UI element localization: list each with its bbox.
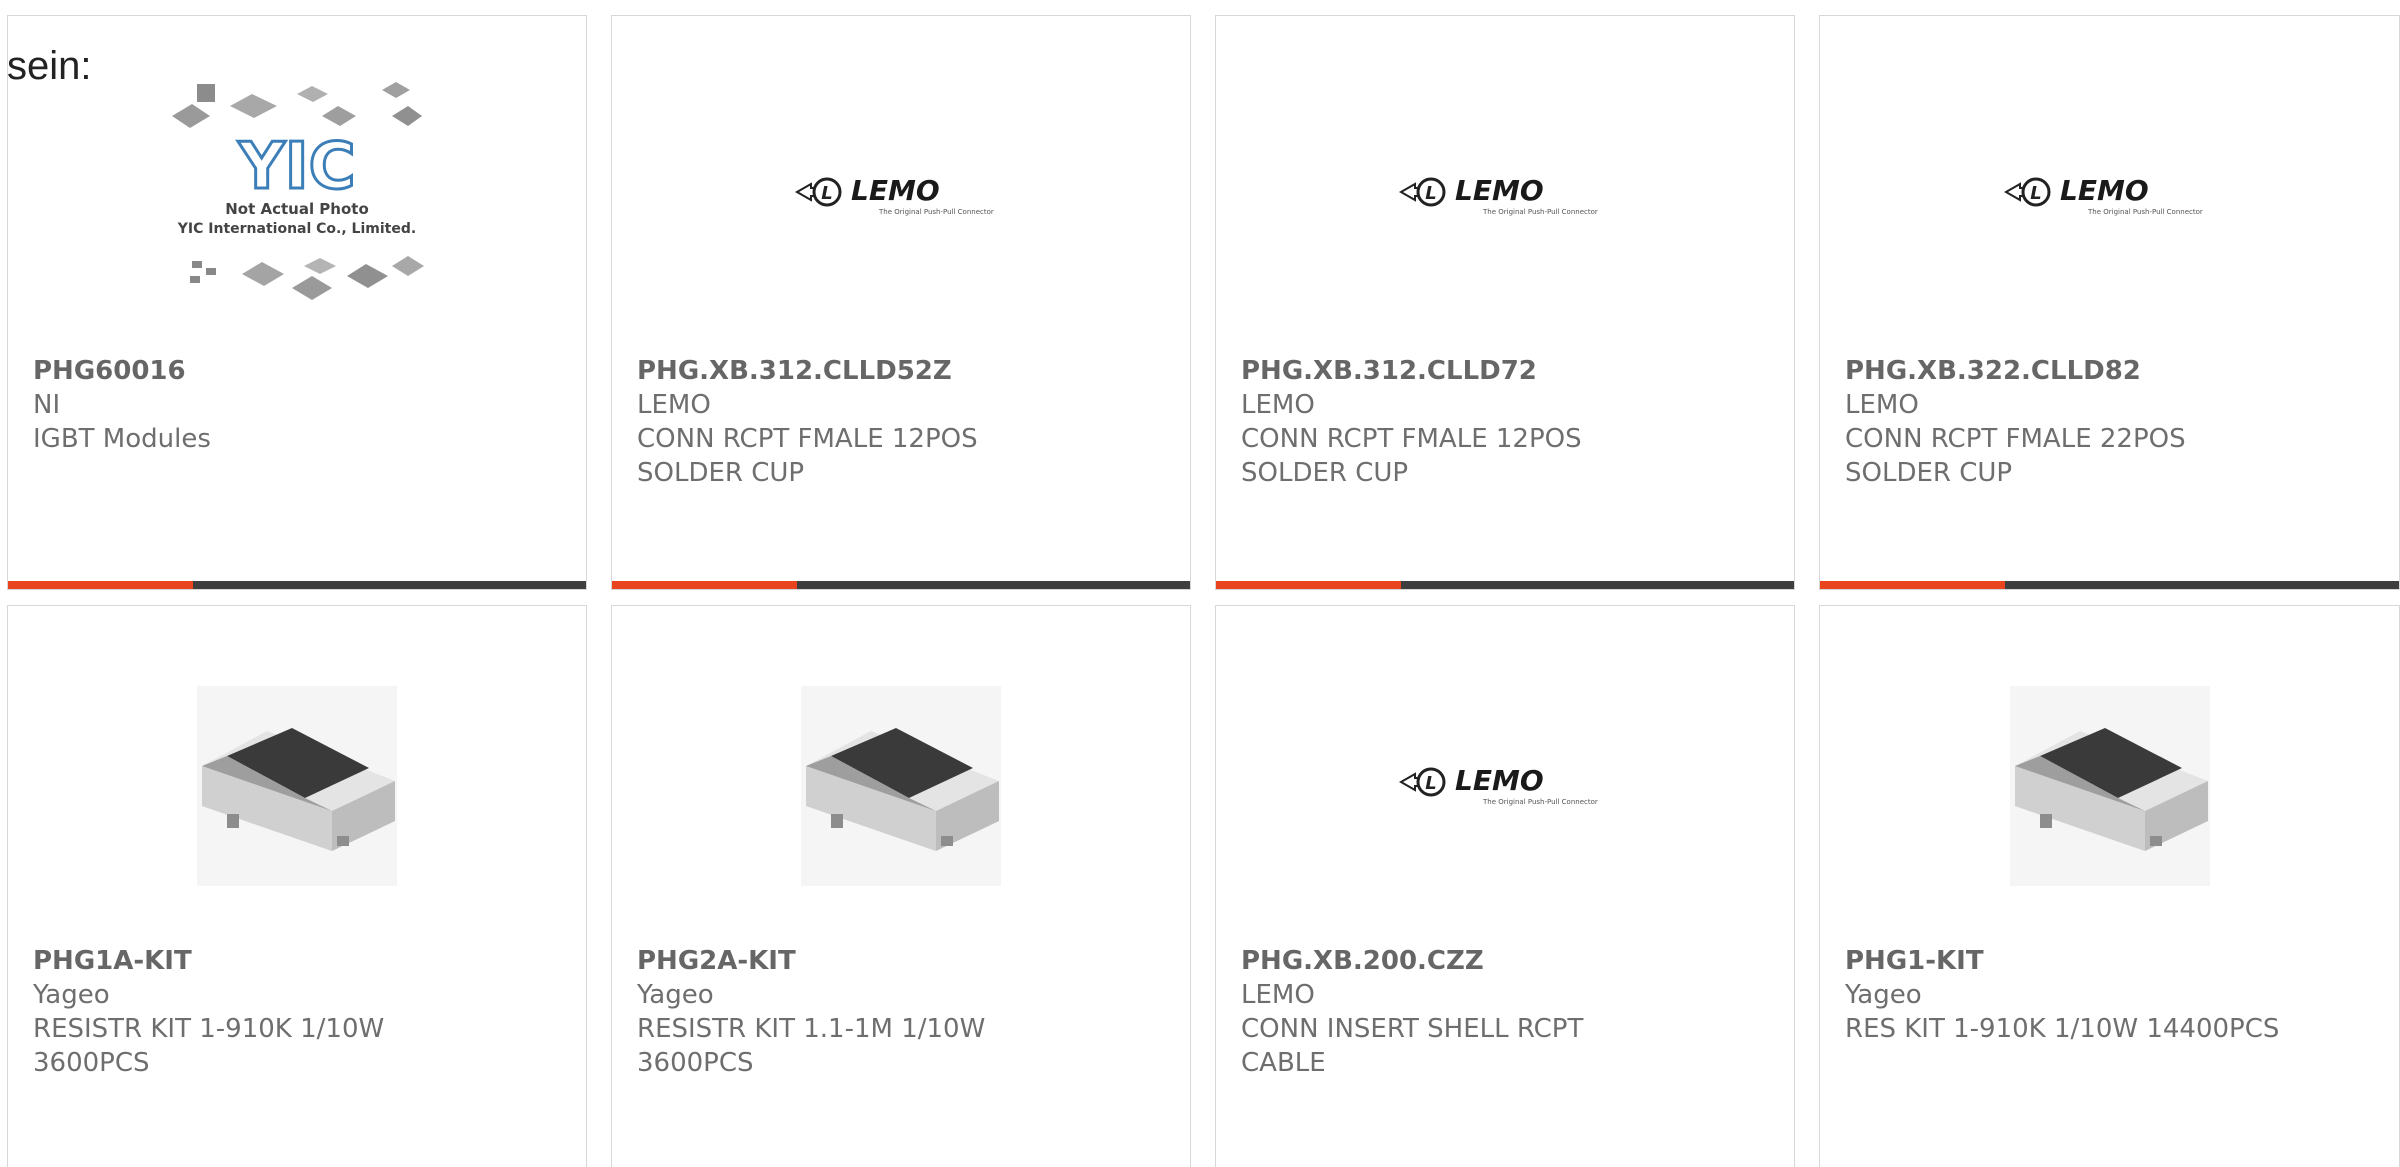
- description-line-2: SOLDER CUP: [1845, 458, 2013, 488]
- card-accent-bar: [8, 581, 586, 589]
- manufacturer: LEMO: [1241, 390, 1315, 420]
- description-line-2: CABLE: [1241, 1048, 1326, 1078]
- product-image[interactable]: [8, 686, 586, 886]
- product-image[interactable]: L LEMO The Original Push-Pull Connector: [1216, 96, 1794, 296]
- manufacturer: Yageo: [1845, 980, 1922, 1010]
- description-line-1: RES KIT 1-910K 1/10W 14400PCS: [1845, 1014, 2280, 1044]
- product-image[interactable]: L LEMO The Original Push-Pull Connector: [1820, 96, 2399, 296]
- description-line-1: CONN INSERT SHELL RCPT: [1241, 1014, 1584, 1044]
- svg-text:L: L: [1425, 183, 1436, 204]
- product-card[interactable]: L LEMO The Original Push-Pull Connector …: [1819, 15, 2400, 590]
- manufacturer: LEMO: [1845, 390, 1919, 420]
- product-info: PHG1A-KIT Yageo RESISTR KIT 1-910K 1/10W…: [33, 944, 566, 1080]
- svg-text:L: L: [1425, 773, 1436, 794]
- product-card[interactable]: YIC Not Actual Photo YIC International C…: [7, 15, 587, 590]
- lemo-logo-image: L LEMO The Original Push-Pull Connector: [1398, 174, 1598, 216]
- card-accent-bar: [1216, 581, 1794, 589]
- product-info: PHG.XB.200.CZZ LEMO CONN INSERT SHELL RC…: [1241, 944, 1774, 1080]
- product-image[interactable]: L LEMO The Original Push-Pull Connector: [612, 96, 1190, 296]
- lemo-tagline: The Original Push-Pull Connector: [1482, 798, 1598, 806]
- description-line-1: CONN RCPT FMALE 22POS: [1845, 424, 2186, 454]
- part-number[interactable]: PHG.XB.312.CLLD72: [1241, 354, 1774, 388]
- product-info: PHG.XB.312.CLLD72 LEMO CONN RCPT FMALE 1…: [1241, 354, 1774, 490]
- product-card[interactable]: L LEMO The Original Push-Pull Connector …: [1215, 15, 1795, 590]
- product-info: PHG60016 NI IGBT Modules: [33, 354, 566, 456]
- description-line-1: CONN RCPT FMALE 12POS: [1241, 424, 1582, 454]
- product-card[interactable]: L LEMO The Original Push-Pull Connector …: [611, 15, 1191, 590]
- chip-resistor-image: [2009, 686, 2210, 886]
- product-image[interactable]: [1820, 686, 2399, 886]
- card-accent-bar: [612, 581, 1190, 589]
- description-line-2: 3600PCS: [637, 1048, 754, 1078]
- part-number[interactable]: PHG2A-KIT: [637, 944, 1170, 978]
- part-number[interactable]: PHG60016: [33, 354, 566, 388]
- svg-text:L: L: [2030, 183, 2041, 204]
- manufacturer: Yageo: [637, 980, 714, 1010]
- svg-text:L: L: [821, 183, 832, 204]
- description-line-2: SOLDER CUP: [637, 458, 805, 488]
- product-card[interactable]: PHG1-KIT Yageo RES KIT 1-910K 1/10W 1440…: [1819, 605, 2400, 1167]
- lemo-logo-image: L LEMO The Original Push-Pull Connector: [2003, 174, 2203, 216]
- lemo-brand: LEMO: [2060, 174, 2149, 207]
- description-line-1: CONN RCPT FMALE 12POS: [637, 424, 978, 454]
- part-number[interactable]: PHG.XB.322.CLLD82: [1845, 354, 2379, 388]
- description-line-1: RESISTR KIT 1.1-1M 1/10W: [637, 1014, 986, 1044]
- chip-resistor-image: [801, 686, 1001, 886]
- product-info: PHG.XB.322.CLLD82 LEMO CONN RCPT FMALE 2…: [1845, 354, 2379, 490]
- manufacturer: NI: [33, 390, 61, 420]
- product-info: PHG2A-KIT Yageo RESISTR KIT 1.1-1M 1/10W…: [637, 944, 1170, 1080]
- lemo-brand: LEMO: [1455, 764, 1544, 797]
- product-info: PHG1-KIT Yageo RES KIT 1-910K 1/10W 1440…: [1845, 944, 2379, 1046]
- description-line-1: IGBT Modules: [33, 424, 211, 454]
- intro-text: sein:: [7, 44, 92, 88]
- description-line-1: RESISTR KIT 1-910K 1/10W: [33, 1014, 385, 1044]
- product-image[interactable]: L LEMO The Original Push-Pull Connector: [1216, 686, 1794, 886]
- product-card[interactable]: L LEMO The Original Push-Pull Connector …: [1215, 605, 1795, 1167]
- lemo-tagline: The Original Push-Pull Connector: [878, 208, 994, 216]
- card-accent-bar: [1820, 581, 2399, 589]
- product-image[interactable]: [612, 686, 1190, 886]
- chip-resistor-image: [197, 686, 397, 886]
- part-number[interactable]: PHG1-KIT: [1845, 944, 2379, 978]
- lemo-tagline: The Original Push-Pull Connector: [1482, 208, 1598, 216]
- lemo-logo-image: L LEMO The Original Push-Pull Connector: [794, 174, 994, 216]
- not-actual-photo-label: Not Actual Photo: [225, 200, 369, 218]
- part-number[interactable]: PHG1A-KIT: [33, 944, 566, 978]
- yic-logo: YIC: [237, 130, 355, 204]
- lemo-brand: LEMO: [851, 174, 940, 207]
- part-number[interactable]: PHG.XB.312.CLLD52Z: [637, 354, 1170, 388]
- part-number[interactable]: PHG.XB.200.CZZ: [1241, 944, 1774, 978]
- lemo-logo-image: L LEMO The Original Push-Pull Connector: [1398, 764, 1598, 806]
- product-card[interactable]: PHG2A-KIT Yageo RESISTR KIT 1.1-1M 1/10W…: [611, 605, 1191, 1167]
- yic-company-label: YIC International Co., Limited.: [177, 221, 416, 237]
- product-card[interactable]: PHG1A-KIT Yageo RESISTR KIT 1-910K 1/10W…: [7, 605, 587, 1167]
- lemo-brand: LEMO: [1455, 174, 1544, 207]
- product-info: PHG.XB.312.CLLD52Z LEMO CONN RCPT FMALE …: [637, 354, 1170, 490]
- manufacturer: LEMO: [637, 390, 711, 420]
- manufacturer: LEMO: [1241, 980, 1315, 1010]
- description-line-2: SOLDER CUP: [1241, 458, 1409, 488]
- lemo-tagline: The Original Push-Pull Connector: [2087, 208, 2203, 216]
- product-grid-page: sein: YIC Not Actual Photo YIC Internati…: [0, 0, 2400, 1167]
- manufacturer: Yageo: [33, 980, 110, 1010]
- description-line-2: 3600PCS: [33, 1048, 150, 1078]
- not-actual-photo-image: YIC Not Actual Photo YIC International C…: [172, 82, 424, 300]
- product-image[interactable]: YIC Not Actual Photo YIC International C…: [8, 82, 586, 300]
